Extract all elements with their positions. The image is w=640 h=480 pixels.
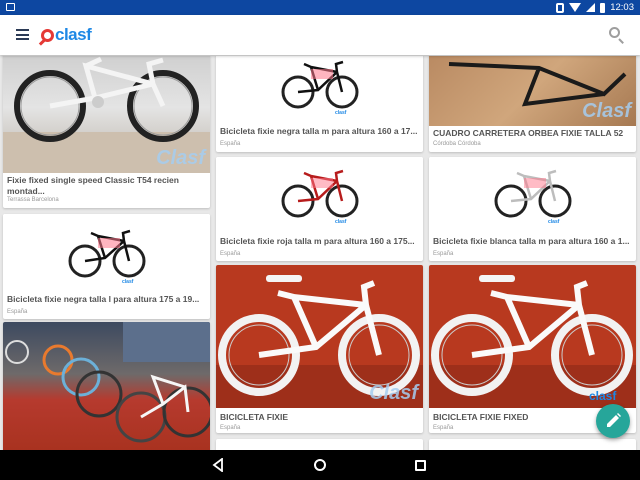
listing-photo: Clasf	[3, 56, 210, 173]
back-triangle-icon[interactable]	[212, 458, 224, 472]
listing-title: Fixie fixed single speed Classic T54 rec…	[7, 175, 179, 196]
clasf-mini-logo: clasf	[335, 110, 347, 116]
vibrate-icon	[556, 2, 565, 13]
status-bar: 12:03	[0, 0, 640, 15]
listing-title: CUADRO CARRETERA ORBEA FIXIE TALLA 52	[433, 128, 624, 138]
magnifier-logo-icon	[41, 28, 54, 42]
listing-photo: clasf	[216, 56, 423, 120]
status-icons: 12:03	[556, 1, 634, 14]
post-ad-fab[interactable]	[596, 404, 630, 438]
clasf-watermark: Clasf	[582, 100, 631, 122]
listing-title: BICICLETA FIXIE	[220, 412, 288, 422]
listing-photo: Clasf	[216, 265, 423, 408]
listing-title: Bicicleta fixie blanca talla m para altu…	[433, 236, 630, 246]
clasf-mini-logo: clasf	[122, 279, 134, 285]
home-circle-icon[interactable]	[314, 459, 326, 471]
recents-square-icon[interactable]	[415, 460, 426, 471]
listing-photo: clasf	[216, 157, 423, 229]
battery-icon	[600, 2, 606, 13]
listing-card[interactable]: clasf Bicicleta fixie roja talla m para …	[216, 157, 423, 261]
listing-card[interactable]: clasf Bicicleta fixie negra talla l para…	[3, 214, 210, 319]
clasf-mini-logo: clasf	[548, 219, 560, 225]
listing-title: Bicicleta fixie roja talla m para altura…	[220, 236, 415, 246]
pencil-icon	[607, 413, 621, 427]
listing-card[interactable]: Clasf BICICLETA FIXIE España	[216, 265, 423, 433]
listing-card[interactable]: Clasf CUADRO CARRETERA ORBEA FIXIE TALLA…	[429, 56, 636, 152]
listing-card[interactable]	[429, 439, 636, 450]
listing-location: España	[220, 425, 241, 431]
listing-location: España	[433, 251, 454, 257]
clasf-watermark: Clasf	[156, 147, 205, 169]
listing-card[interactable]: clasf Bicicleta fixie blanca talla m par…	[429, 157, 636, 261]
signal-icon	[586, 3, 596, 12]
listing-photo: clasf	[429, 157, 636, 229]
bike-illustration	[281, 60, 359, 109]
listing-photo: Clasf	[429, 56, 636, 126]
listing-photo	[3, 322, 210, 450]
wifi-icon	[569, 3, 582, 12]
bike-illustration	[281, 169, 359, 218]
bike-illustration	[68, 229, 146, 278]
status-time: 12:03	[610, 2, 634, 13]
listing-card[interactable]	[216, 439, 423, 450]
listing-location: Córdoba Córdoba	[433, 141, 481, 147]
clasf-mini-logo: clasf	[589, 389, 617, 403]
listing-location: Terrassa Barcelona	[7, 197, 59, 203]
photo-notification-icon	[6, 3, 15, 11]
listing-location: España	[220, 251, 241, 257]
clasf-mini-logo: clasf	[335, 219, 347, 225]
system-nav-bar	[0, 450, 640, 480]
listing-photo: clasf	[429, 265, 636, 408]
bikes-shop-illustration	[5, 322, 210, 443]
clasf-watermark: Clasf	[369, 382, 418, 404]
listing-card[interactable]: clasf Bicicleta fixie negra talla m para…	[216, 56, 423, 152]
listings-grid: Clasf Fixie fixed single speed Classic T…	[0, 56, 640, 450]
listing-location: España	[220, 141, 241, 147]
listing-location: España	[7, 309, 28, 315]
listing-title: Bicicleta fixie negra talla m para altur…	[220, 126, 418, 136]
listing-card[interactable]	[3, 322, 210, 450]
app-bar: clasf	[0, 15, 640, 55]
bike-illustration	[494, 169, 572, 218]
listing-location: España	[433, 425, 454, 431]
bike-illustration	[429, 275, 636, 408]
hamburger-icon[interactable]	[16, 29, 29, 40]
listing-card[interactable]: Clasf Fixie fixed single speed Classic T…	[3, 56, 210, 208]
search-icon[interactable]	[609, 27, 625, 44]
listing-title: Bicicleta fixie negra talla l para altur…	[7, 294, 200, 304]
logo-text: clasf	[55, 25, 92, 44]
clasf-logo[interactable]: clasf	[41, 24, 92, 46]
listing-photo: clasf	[3, 214, 210, 289]
